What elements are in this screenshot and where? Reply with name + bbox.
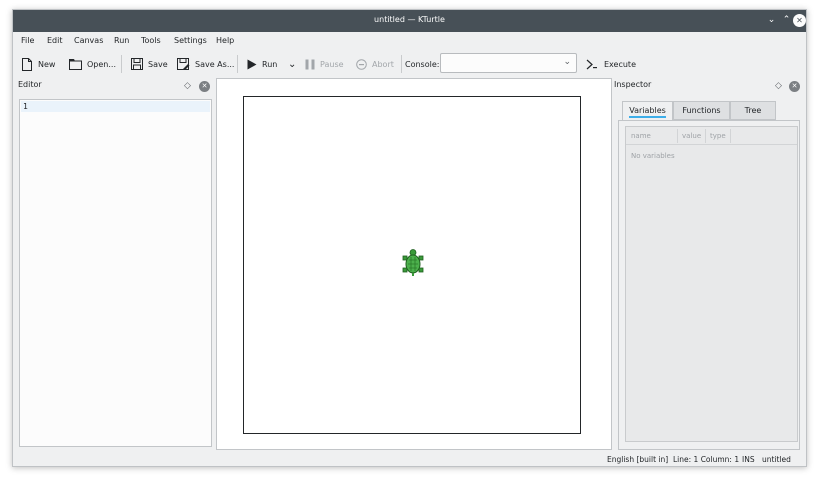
variables-table-header: name value type	[626, 127, 797, 145]
new-label: New	[38, 59, 56, 69]
status-mode: INS	[742, 455, 755, 464]
code-editor[interactable]: 1	[19, 99, 212, 447]
save-button[interactable]: Save	[131, 57, 168, 71]
turtle-icon	[402, 249, 424, 276]
tab-functions[interactable]: Functions	[673, 101, 730, 120]
maximize-icon[interactable]: ⌃	[780, 14, 793, 27]
menu-edit[interactable]: Edit	[47, 36, 63, 45]
console-input[interactable]: ⌄	[440, 53, 577, 73]
save-icon	[131, 58, 143, 70]
tab-variables[interactable]: Variables	[622, 101, 673, 120]
pause-button[interactable]: Pause	[305, 57, 344, 71]
inspector-tabs: Variables Functions Tree	[622, 101, 776, 120]
run-button[interactable]: Run	[247, 57, 277, 71]
menu-canvas[interactable]: Canvas	[74, 36, 103, 45]
save-as-button[interactable]: Save As...	[177, 57, 234, 71]
abort-label: Abort	[372, 59, 394, 69]
execute-button[interactable]: Execute	[586, 57, 636, 71]
menu-help[interactable]: Help	[216, 36, 234, 45]
column-divider	[705, 129, 706, 143]
empty-message: No variables	[631, 152, 675, 160]
menu-bar: File Edit Canvas Run Tools Settings Help	[13, 32, 806, 50]
status-bar: English [built in] Line: 1 Column: 1 INS…	[13, 451, 806, 468]
close-dock-icon[interactable]: ✕	[789, 81, 800, 92]
inspector-panel: name value type No variables	[618, 120, 800, 450]
column-type[interactable]: type	[710, 132, 726, 140]
toolbar-separator	[401, 55, 402, 73]
column-value[interactable]: value	[682, 132, 701, 140]
menu-tools[interactable]: Tools	[141, 36, 161, 45]
minimize-icon[interactable]: ⌄	[765, 14, 778, 27]
tab-tree-label: Tree	[744, 106, 762, 115]
title-bar: untitled — KTurtle ⌄ ⌃ ✕	[13, 10, 806, 32]
chevron-down-icon[interactable]: ⌄	[563, 57, 571, 67]
variables-table[interactable]: name value type No variables	[625, 126, 798, 442]
abort-icon	[356, 58, 367, 70]
status-filename: untitled	[762, 455, 791, 464]
kturtle-window: untitled — KTurtle ⌄ ⌃ ✕ File Edit Canva…	[12, 9, 807, 467]
line-number: 1	[23, 102, 28, 111]
toolbar-separator	[237, 55, 238, 73]
inspector-title: Inspector	[614, 80, 652, 89]
pause-label: Pause	[320, 59, 344, 69]
float-dock-icon[interactable]: ◇	[775, 81, 782, 91]
main-toolbar: New Open... Save Save As... Run ⌄ Pause …	[13, 50, 806, 78]
save-label: Save	[148, 59, 168, 69]
play-icon	[247, 59, 257, 69]
menu-file[interactable]: File	[21, 36, 34, 45]
menu-settings[interactable]: Settings	[174, 36, 207, 45]
save-as-label: Save As...	[195, 59, 235, 69]
window-title: untitled — KTurtle	[374, 15, 445, 24]
console-label: Console:	[405, 59, 440, 69]
tab-tree[interactable]: Tree	[730, 101, 776, 120]
status-language: English [built in]	[607, 455, 669, 464]
new-file-icon	[22, 57, 32, 71]
column-divider	[677, 129, 678, 143]
close-icon[interactable]: ✕	[793, 14, 806, 27]
pause-icon	[305, 59, 315, 69]
save-as-icon	[177, 58, 190, 70]
execute-prompt-icon	[586, 59, 597, 69]
canvas-area	[216, 78, 612, 450]
run-label: Run	[262, 59, 278, 69]
execute-label: Execute	[604, 59, 636, 69]
float-dock-icon[interactable]: ◇	[184, 81, 191, 91]
column-name[interactable]: name	[631, 132, 651, 140]
column-divider	[730, 129, 731, 143]
current-line-highlight	[21, 101, 210, 112]
toolbar-separator	[121, 55, 122, 73]
menu-run[interactable]: Run	[114, 36, 129, 45]
abort-button[interactable]: Abort	[356, 57, 394, 71]
tab-variables-label: Variables	[629, 106, 666, 118]
editor-title: Editor	[18, 80, 42, 89]
new-button[interactable]: New	[21, 57, 55, 71]
status-position: Line: 1 Column: 1	[673, 455, 740, 464]
tab-functions-label: Functions	[682, 106, 721, 115]
open-button[interactable]: Open...	[69, 57, 116, 71]
run-speed-dropdown-icon[interactable]: ⌄	[288, 57, 296, 71]
turtle-canvas[interactable]	[243, 96, 581, 434]
close-dock-icon[interactable]: ✕	[199, 81, 210, 92]
folder-icon	[69, 59, 82, 70]
open-label: Open...	[87, 59, 116, 69]
